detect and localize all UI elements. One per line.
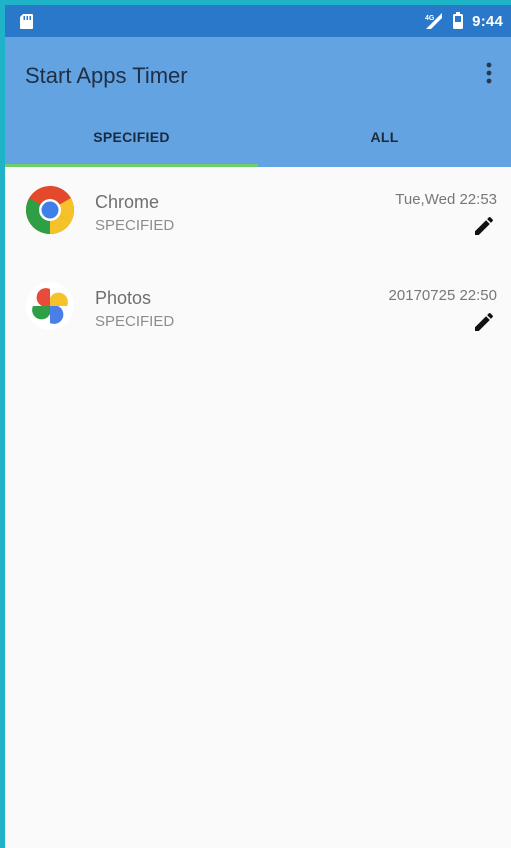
chrome-icon <box>25 186 75 235</box>
tab-specified[interactable]: SPECIFIED <box>5 107 258 167</box>
battery-icon <box>453 12 464 29</box>
app-title: Start Apps Timer <box>25 63 188 88</box>
status-bar: 4G 9:44 <box>5 5 511 37</box>
edit-icon <box>475 312 494 331</box>
tab-bar: SPECIFIED ALL <box>5 107 511 167</box>
tab-specified-label: SPECIFIED <box>93 129 170 145</box>
tab-all-label: ALL <box>370 129 399 145</box>
tab-all[interactable]: ALL <box>258 107 511 167</box>
photos-icon <box>26 282 74 330</box>
edit-button-chrome[interactable] <box>469 211 499 241</box>
app-timer-value: 20170725 22:50 <box>388 287 497 304</box>
sd-card-icon <box>20 14 33 29</box>
list-item-chrome[interactable]: Chrome SPECIFIED Tue,Wed 22:53 <box>5 167 511 263</box>
edit-icon <box>475 216 494 235</box>
phone-screen: 4G 9:44 Start Apps Timer SPECIFIED ALL C… <box>5 5 511 848</box>
app-name: Photos <box>95 288 152 308</box>
list-item-photos[interactable]: Photos SPECIFIED 20170725 22:50 <box>5 263 511 359</box>
app-mode: SPECIFIED <box>95 313 175 330</box>
overflow-menu-button[interactable] <box>473 55 505 91</box>
edit-button-photos[interactable] <box>469 307 499 337</box>
app-name: Chrome <box>95 192 160 212</box>
svg-text:4G: 4G <box>425 15 435 22</box>
signal-icon: 4G <box>425 13 443 29</box>
overflow-menu-icon <box>486 62 492 84</box>
app-timer-value: Tue,Wed 22:53 <box>395 191 497 208</box>
app-bar: Start Apps Timer SPECIFIED ALL <box>5 37 511 167</box>
app-list: Chrome SPECIFIED Tue,Wed 22:53 Photos SP… <box>5 167 511 359</box>
app-mode: SPECIFIED <box>95 217 175 234</box>
status-time: 9:44 <box>472 12 503 30</box>
status-right: 4G 9:44 <box>424 5 503 37</box>
